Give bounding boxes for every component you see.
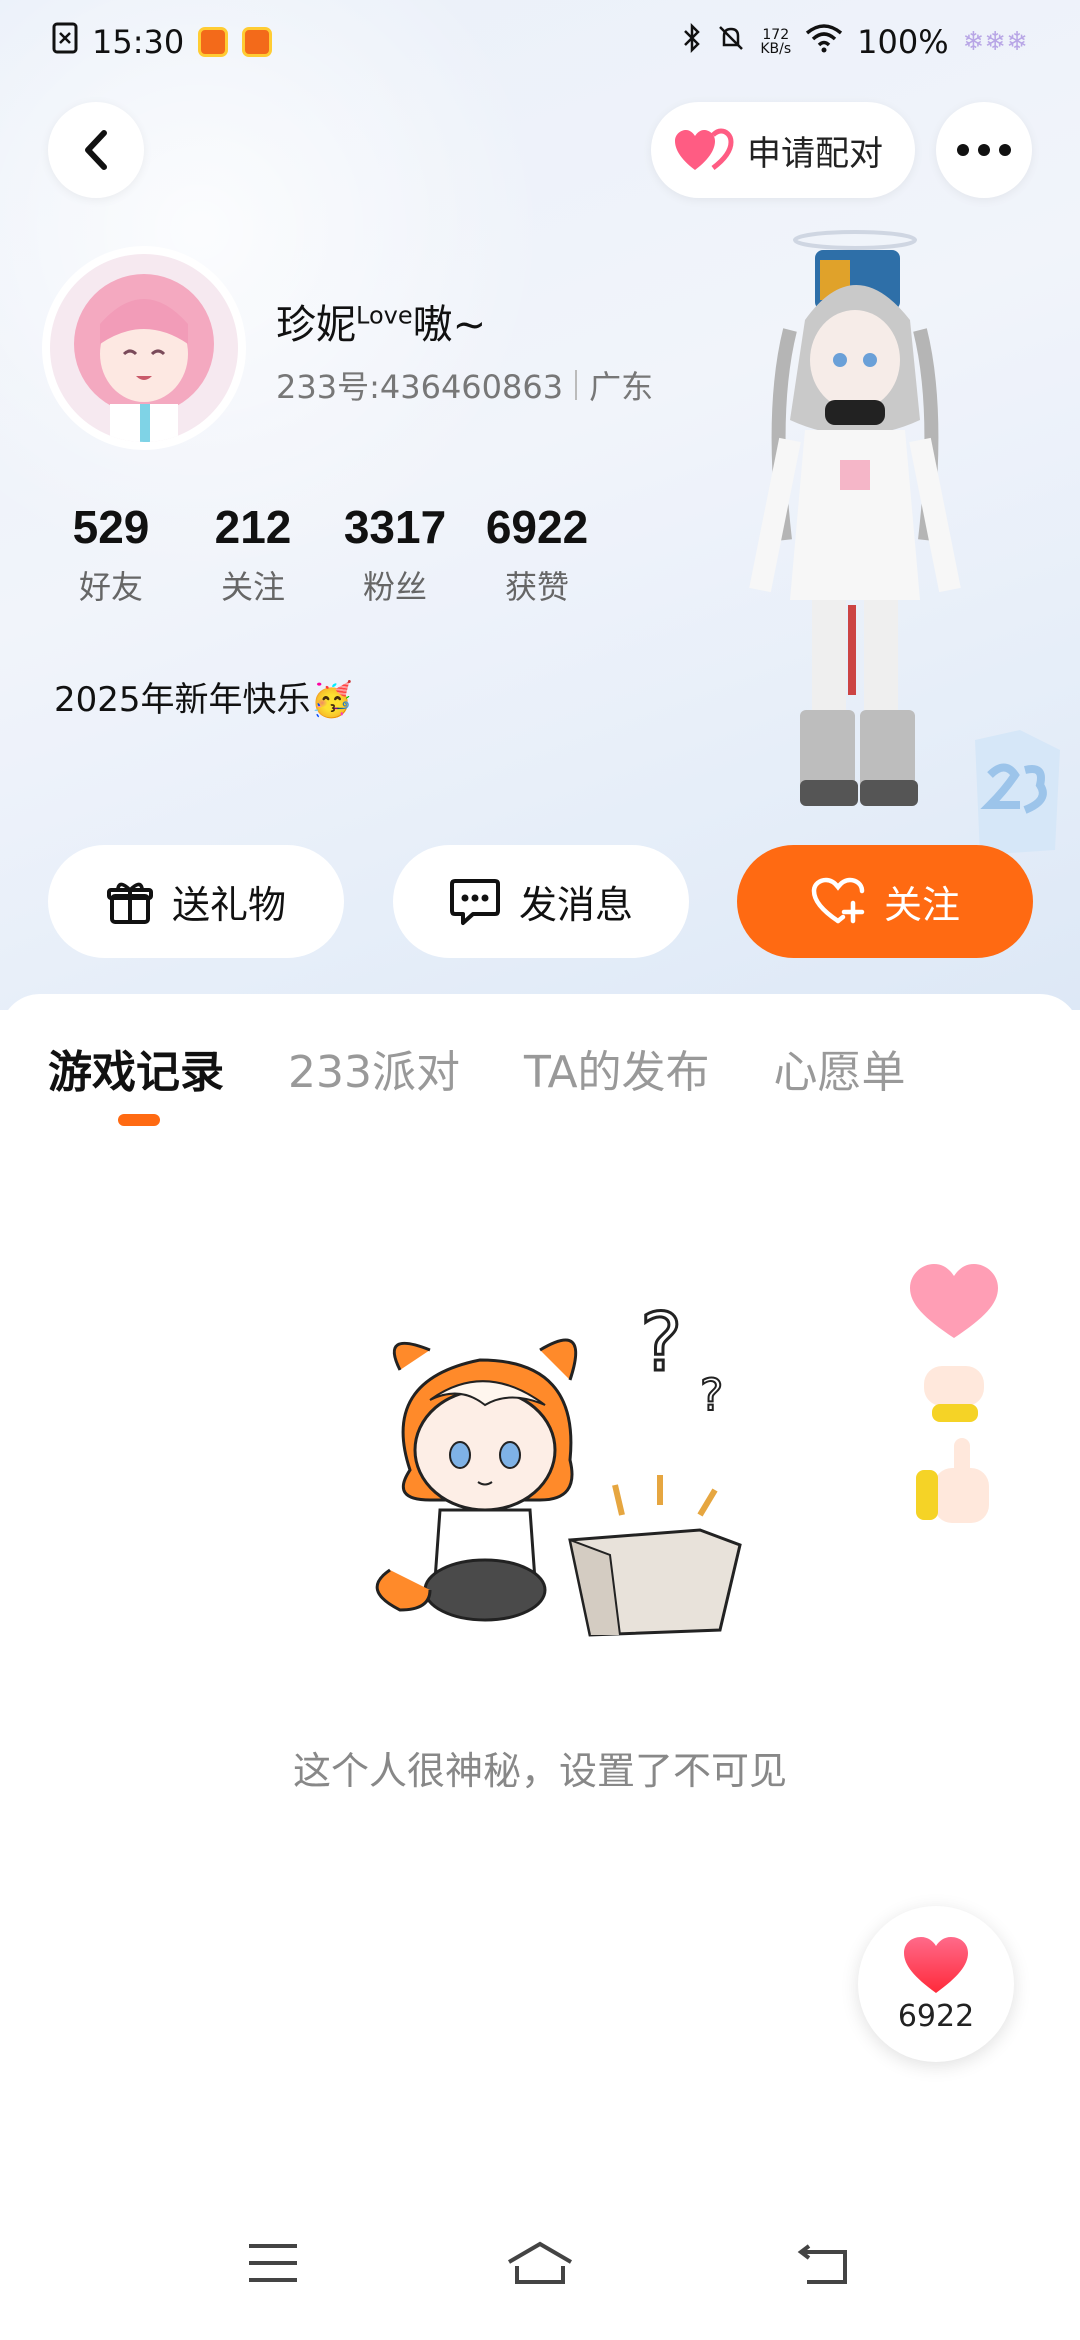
tab-wishlist[interactable]: 心愿单: [774, 1036, 906, 1100]
wifi-icon: [805, 23, 843, 61]
battery-level: 100%: [857, 23, 949, 61]
follow-label: 关注: [883, 883, 960, 927]
profile-name: 珍妮Love嗷~: [276, 301, 487, 348]
apply-pair-button[interactable]: 申请配对: [651, 102, 915, 198]
svg-text:?: ?: [700, 1370, 723, 1421]
send-message-button[interactable]: 发消息: [393, 845, 689, 958]
tab-game-records[interactable]: 游戏记录: [48, 1036, 224, 1100]
network-speed: 172 KB/s: [760, 27, 792, 57]
stat-friends[interactable]: 529 好友: [40, 500, 182, 608]
profile-id: 233号:436460863 广东: [276, 362, 653, 408]
floating-reactions: [904, 1258, 1014, 1562]
tab-ta-posts[interactable]: TA的发布: [524, 1036, 710, 1100]
stat-likes[interactable]: 6922 获赞: [466, 500, 608, 608]
chevron-left-icon: [85, 130, 107, 170]
status-time: 15:30: [92, 23, 185, 61]
heart-plus-icon: [811, 877, 865, 923]
like-count: 6922: [897, 1998, 975, 2034]
mute-icon: [716, 23, 746, 61]
apply-pair-label: 申请配对: [747, 133, 883, 174]
app-notification-icon: [198, 27, 229, 57]
back-nav-button[interactable]: [795, 2238, 865, 2308]
profile-tabs: 游戏记录 233派对 TA的发布 心愿单: [48, 1036, 970, 1100]
app-notification-icon: [242, 27, 273, 57]
avatar[interactable]: [42, 246, 246, 450]
status-bar: 15:30 172 KB/s 100% ❄❄❄: [0, 0, 1080, 84]
notification-off-icon: [52, 22, 78, 62]
snowflake-icon: ❄❄❄: [962, 27, 1028, 57]
return-icon: [797, 2244, 847, 2284]
heart-emoji: [910, 1264, 998, 1338]
chat-bubble-icon: [449, 878, 500, 925]
heart-icon: [904, 1936, 968, 1993]
back-button[interactable]: [48, 102, 144, 198]
home-icon: [507, 2241, 573, 2284]
profile-bio: 2025年新年快乐🥳: [54, 680, 353, 720]
menu-icon: [249, 2244, 297, 2282]
send-gift-label: 送礼物: [171, 883, 286, 927]
profile-stats: 529 好友 212 关注 3317 粉丝 6922 获赞: [40, 500, 608, 608]
send-gift-button[interactable]: 送礼物: [48, 845, 344, 958]
follow-button[interactable]: 关注: [737, 845, 1033, 958]
bluetooth-icon: [682, 22, 702, 62]
menu-nav-button[interactable]: [245, 2238, 315, 2308]
tab-233-party[interactable]: 233派对: [288, 1036, 460, 1100]
like-button[interactable]: 6922: [858, 1906, 1014, 2062]
more-dots-icon: [957, 144, 1011, 156]
active-tab-indicator: [118, 1114, 160, 1126]
empty-state-illustration: ? ?: [360, 1290, 760, 1690]
double-heart-icon: [675, 128, 734, 170]
brand-233-logo: [960, 720, 1070, 860]
gift-icon: [106, 882, 153, 924]
system-navigation-bar: [0, 2230, 1080, 2320]
stat-fans[interactable]: 3317 粉丝: [324, 500, 466, 608]
svg-text:?: ?: [640, 1296, 682, 1389]
more-options-button[interactable]: [936, 102, 1032, 198]
empty-state-text: 这个人很神秘，设置了不可见: [292, 1749, 787, 1793]
send-message-label: 发消息: [518, 883, 633, 927]
avatar-3d-character[interactable]: [720, 210, 990, 850]
stat-following[interactable]: 212 关注: [182, 500, 324, 608]
user-id-text: 233号:436460863: [276, 368, 564, 406]
home-nav-button[interactable]: [505, 2238, 575, 2308]
location-text: 广东: [589, 368, 654, 406]
